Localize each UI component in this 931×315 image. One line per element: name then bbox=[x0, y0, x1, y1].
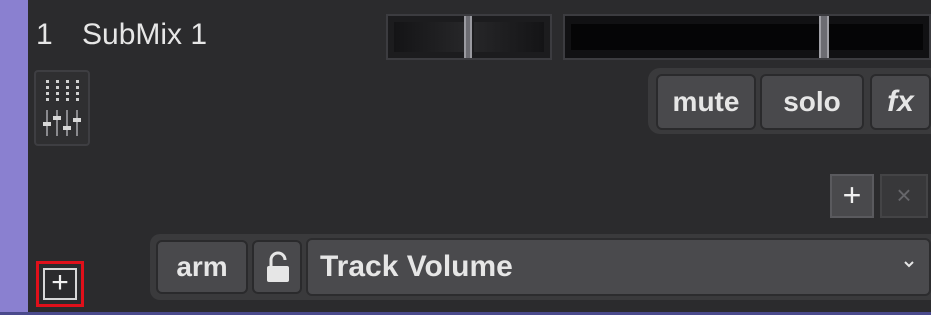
pan-slider[interactable] bbox=[386, 14, 552, 60]
envelope-parameter-label: Track Volume bbox=[320, 250, 513, 283]
pan-handle[interactable] bbox=[464, 16, 472, 58]
envelope-parameter-select[interactable]: Track Volume bbox=[306, 238, 931, 296]
volume-handle[interactable] bbox=[819, 16, 829, 58]
lock-button[interactable] bbox=[252, 240, 302, 294]
track-name[interactable]: SubMix 1 bbox=[82, 18, 207, 52]
plus-icon: + bbox=[43, 268, 77, 300]
pan-slider-left bbox=[394, 22, 464, 52]
mixer-icon[interactable] bbox=[34, 70, 90, 146]
solo-button[interactable]: solo bbox=[760, 74, 864, 130]
pan-slider-right bbox=[474, 22, 544, 52]
track-color-strip[interactable] bbox=[0, 0, 28, 312]
chevron-down-icon bbox=[904, 261, 914, 268]
fx-button[interactable]: fx bbox=[870, 74, 931, 130]
add-envelope-button[interactable]: + bbox=[830, 174, 874, 218]
volume-groove bbox=[571, 24, 923, 50]
track-number: 1 bbox=[36, 18, 53, 51]
mute-button[interactable]: mute bbox=[656, 74, 756, 130]
volume-slider[interactable] bbox=[563, 14, 931, 60]
track-panel: 1 SubMix 1 mute solo fx + × arm Track Vo… bbox=[0, 0, 931, 315]
lock-icon bbox=[267, 251, 289, 282]
remove-envelope-button[interactable]: × bbox=[880, 174, 928, 218]
highlighted-add-button[interactable]: + bbox=[36, 261, 84, 307]
arm-button[interactable]: arm bbox=[156, 240, 248, 294]
